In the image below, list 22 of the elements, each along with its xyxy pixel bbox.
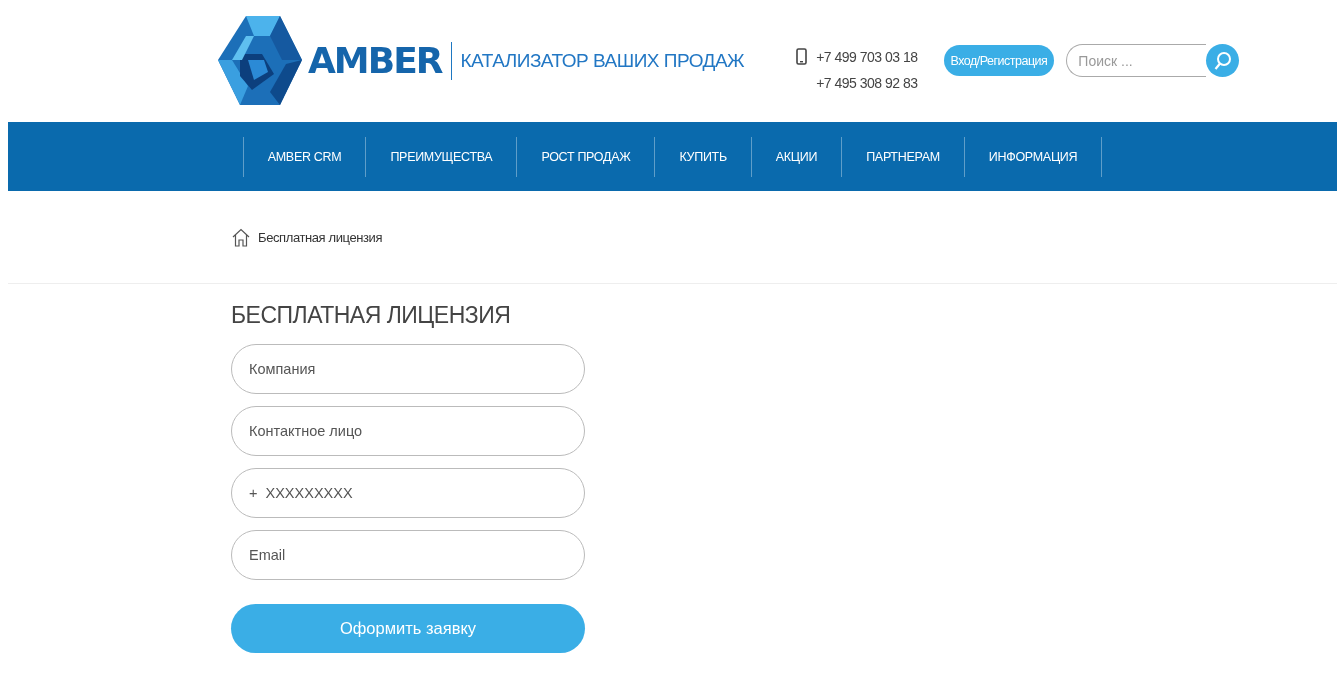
search-icon	[1213, 50, 1232, 71]
form-title: БЕСПЛАТНАЯ ЛИЦЕНЗИЯ	[231, 302, 512, 329]
nav-link[interactable]: КУПИТЬ	[654, 136, 751, 177]
logo-icon	[218, 14, 302, 107]
nav-link[interactable]: ИНФОРМАЦИЯ	[963, 136, 1103, 177]
input-field[interactable]: Контактное лицо	[231, 406, 585, 456]
home-icon[interactable]	[232, 227, 250, 247]
nav-link[interactable]: AMBER CRM	[242, 136, 366, 177]
nav-link[interactable]: АКЦИИ	[750, 136, 842, 177]
breadcrumb-current: Бесплатная лицензия	[258, 229, 383, 245]
input-field[interactable]: Компания	[231, 344, 585, 394]
logo-text: AMBER	[308, 40, 442, 81]
nav-link[interactable]: ПАРТНЕРАМ	[841, 136, 964, 177]
nav-link[interactable]: РОСТ ПРОДАЖ	[516, 136, 655, 177]
tagline: КАТАЛИЗАТОР ВАШИХ ПРОДАЖ	[460, 49, 745, 72]
phone-number: +7 495 308 92 83	[816, 75, 918, 91]
phone-number: +7 499 703 03 18	[816, 48, 918, 65]
input-field[interactable]: Email	[231, 530, 585, 580]
phone-icon	[796, 48, 808, 65]
input-field[interactable]: + XXXXXXXXX	[231, 468, 585, 518]
nav-link[interactable]: ПРЕИМУЩЕСТВА	[365, 136, 517, 177]
search-field[interactable]: Поиск ...	[1066, 44, 1207, 77]
